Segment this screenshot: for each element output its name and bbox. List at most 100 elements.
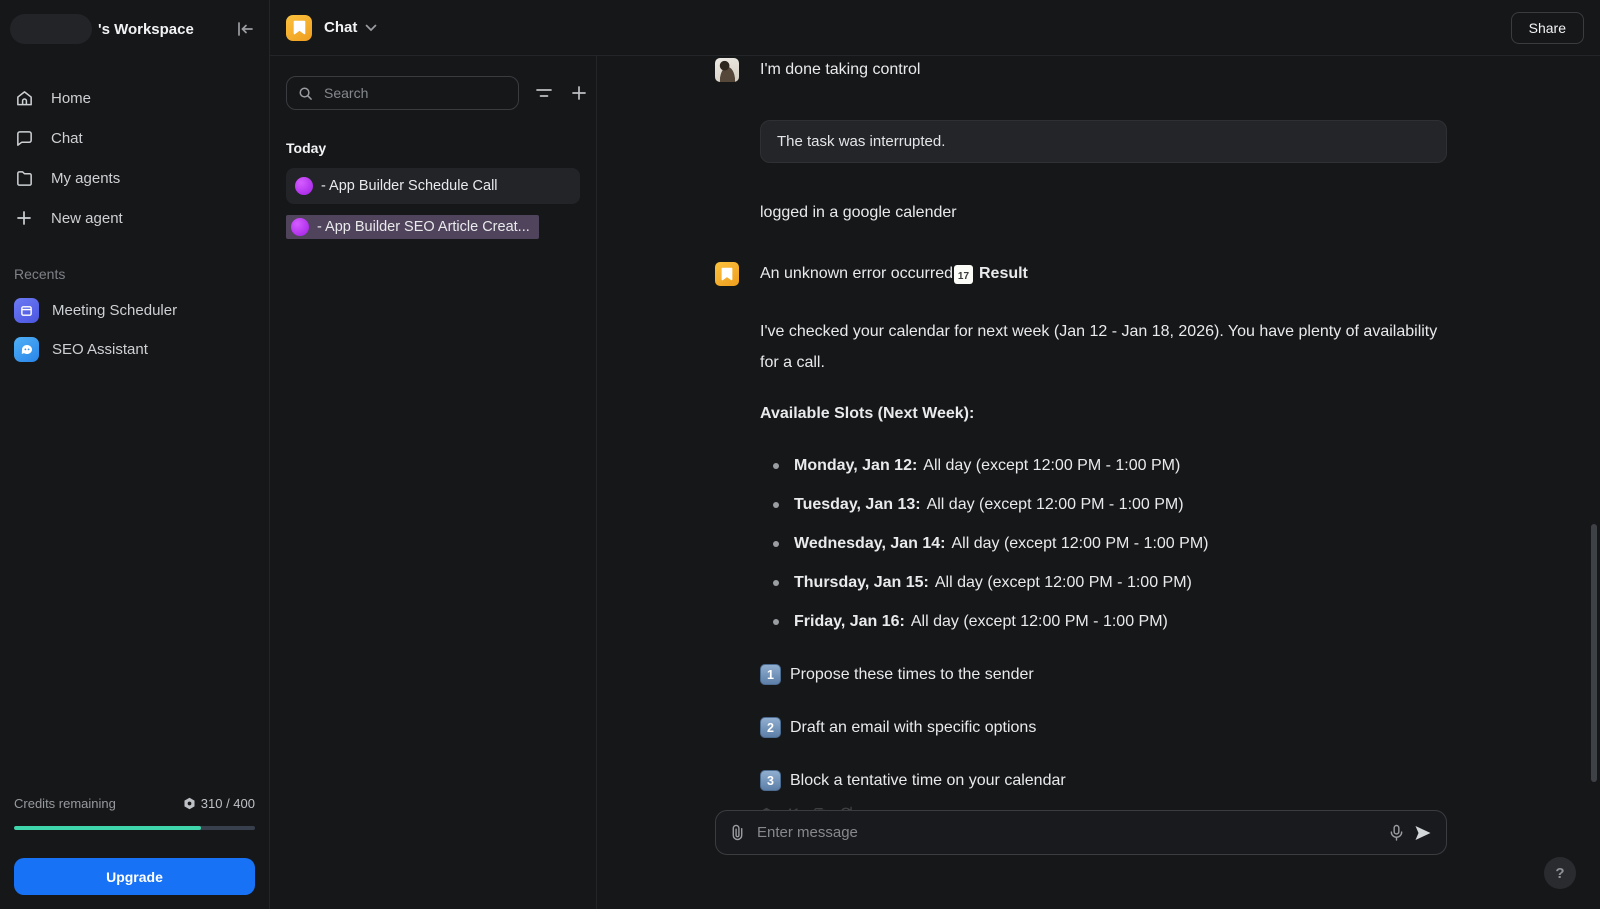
sidebar-item-label: Chat <box>51 130 83 147</box>
search-input[interactable] <box>322 84 507 102</box>
chevron-down-icon[interactable] <box>365 24 377 32</box>
workspace-header: 's Workspace <box>0 0 269 44</box>
option-text: Block a tentative time on your calendar <box>790 772 1066 790</box>
keycap-2-icon: 2 <box>760 717 781 738</box>
sidebar: 's Workspace Home Chat <box>0 0 270 909</box>
folder-icon <box>14 169 34 188</box>
available-slots-list: Monday, Jan 12: All day (except 12:00 PM … <box>760 456 1447 632</box>
sidebar-item-home[interactable]: Home <box>14 84 255 112</box>
credits-progress-fill <box>14 826 201 830</box>
top-header: Chat Share <box>270 0 1600 56</box>
filter-icon[interactable] <box>533 85 555 101</box>
recent-item-meeting-scheduler[interactable]: Meeting Scheduler <box>14 298 255 323</box>
option-item-3: 3 Block a tentative time on your calenda… <box>760 770 1447 791</box>
agent-message: An unknown error occurred 17 Result <box>715 262 1447 286</box>
credits-label: Credits remaining <box>14 796 116 811</box>
keycap-1-icon: 1 <box>760 664 781 685</box>
message-composer[interactable] <box>715 810 1447 855</box>
share-button[interactable]: Share <box>1511 12 1584 44</box>
message-input[interactable] <box>755 823 1379 842</box>
credit-coin-icon <box>183 797 196 810</box>
home-icon <box>14 89 34 108</box>
calendar-summary-text: I've checked your calendar for next week… <box>760 316 1440 378</box>
thread-title: - App Builder Schedule Call <box>321 178 498 194</box>
main-region: Chat Share <box>270 0 1600 909</box>
slot-detail: All day (except 12:00 PM - 1:00 PM) <box>935 574 1192 591</box>
sidebar-item-label: Home <box>51 90 91 107</box>
user-note-message: logged in a google calender <box>760 204 1447 222</box>
thread-avatar-dot <box>295 177 313 195</box>
sidebar-item-label: New agent <box>51 210 123 227</box>
sidebar-item-new-agent[interactable]: New agent <box>14 204 255 232</box>
slot-detail: All day (except 12:00 PM - 1:00 PM) <box>911 613 1168 630</box>
option-text: Propose these times to the sender <box>790 666 1034 684</box>
keycap-3-icon: 3 <box>760 770 781 791</box>
thread-item-seo-article[interactable]: - App Builder SEO Article Creat... <box>286 212 580 242</box>
thread-title: - App Builder SEO Article Creat... <box>317 219 530 235</box>
credits-progress-bar <box>14 826 255 830</box>
option-item-2: 2 Draft an email with specific options <box>760 717 1447 738</box>
user-avatar <box>715 58 739 82</box>
available-slots-heading: Available Slots (Next Week): <box>760 405 1447 423</box>
seo-assistant-icon <box>14 337 39 362</box>
search-icon <box>298 86 313 101</box>
sidebar-item-my-agents[interactable]: My agents <box>14 164 255 192</box>
slot-day: Wednesday, Jan 14: <box>794 535 945 552</box>
recents-section-label: Recents <box>14 266 255 282</box>
message-list: I'm done taking control The task was int… <box>715 56 1447 821</box>
chat-bubble-icon <box>14 129 34 148</box>
credits-value-wrap: 310 / 400 <box>183 796 255 811</box>
workspace-name-suffix: 's Workspace <box>98 21 194 38</box>
slot-day: Tuesday, Jan 13: <box>794 496 921 513</box>
thread-item-schedule-call[interactable]: - App Builder Schedule Call <box>286 168 580 204</box>
scrollbar-thumb[interactable] <box>1591 524 1597 782</box>
slot-item: Thursday, Jan 15: All day (except 12:00 P… <box>760 573 1447 593</box>
meeting-scheduler-icon <box>14 298 39 323</box>
slot-day: Thursday, Jan 15: <box>794 574 929 591</box>
slot-item: Friday, Jan 16:All day (except 12:00 PM … <box>760 612 1447 632</box>
option-item-1: 1 Propose these times to the sender <box>760 664 1447 685</box>
sidebar-item-label: My agents <box>51 170 120 187</box>
chat-list-panel: Today - App Builder Schedule Call - App … <box>270 56 597 909</box>
slot-detail: All day (except 12:00 PM - 1:00 PM) <box>923 457 1180 474</box>
slot-item: Tuesday, Jan 13: All day (except 12:00 PM… <box>760 495 1447 515</box>
recent-item-label: SEO Assistant <box>52 341 148 358</box>
slot-item: Wednesday, Jan 14: All day (except 12:00 … <box>760 534 1447 554</box>
slot-detail: All day (except 12:00 PM - 1:00 PM) <box>951 535 1208 552</box>
calendar-emoji-icon: 17 <box>954 265 973 284</box>
new-chat-plus-icon[interactable] <box>569 83 589 103</box>
collapse-sidebar-icon[interactable] <box>233 18 257 40</box>
recent-item-label: Meeting Scheduler <box>52 302 177 319</box>
recent-item-seo-assistant[interactable]: SEO Assistant <box>14 337 255 362</box>
agent-avatar-icon <box>715 262 739 286</box>
sidebar-footer: Credits remaining 310 / 400 Upgrade <box>0 796 269 895</box>
error-text: An unknown error occurred <box>760 262 953 286</box>
chat-list-section-label: Today <box>286 140 580 156</box>
attach-paperclip-icon[interactable] <box>730 824 745 841</box>
user-status-message: I'm done taking control <box>715 58 1447 82</box>
chat-app-icon <box>286 15 312 41</box>
slot-day: Monday, Jan 12: <box>794 457 917 474</box>
workspace-name-redacted <box>10 14 92 44</box>
help-button[interactable]: ? <box>1544 857 1576 889</box>
plus-icon <box>14 209 34 227</box>
thread-avatar-dot <box>291 218 309 236</box>
sidebar-nav: Home Chat My agents New <box>0 84 269 232</box>
slot-detail: All day (except 12:00 PM - 1:00 PM) <box>927 496 1184 513</box>
send-icon[interactable] <box>1414 825 1432 841</box>
upgrade-button[interactable]: Upgrade <box>14 858 255 895</box>
message-text: I'm done taking control <box>760 58 920 82</box>
error-result-line: An unknown error occurred 17 Result <box>760 262 1028 286</box>
result-label: Result <box>979 262 1028 286</box>
search-box[interactable] <box>286 76 519 110</box>
recents-list: Meeting Scheduler SEO Assistant <box>0 298 269 362</box>
slot-item: Monday, Jan 12: All day (except 12:00 PM … <box>760 456 1447 476</box>
task-interrupted-notice: The task was interrupted. <box>760 120 1447 163</box>
option-text: Draft an email with specific options <box>790 719 1036 737</box>
credits-value: 310 / 400 <box>201 796 255 811</box>
calendar-emoji-number: 17 <box>954 265 973 284</box>
chat-main: I'm done taking control The task was int… <box>597 56 1600 909</box>
page-title: Chat <box>324 19 357 36</box>
microphone-icon[interactable] <box>1389 824 1404 842</box>
sidebar-item-chat[interactable]: Chat <box>14 124 255 152</box>
